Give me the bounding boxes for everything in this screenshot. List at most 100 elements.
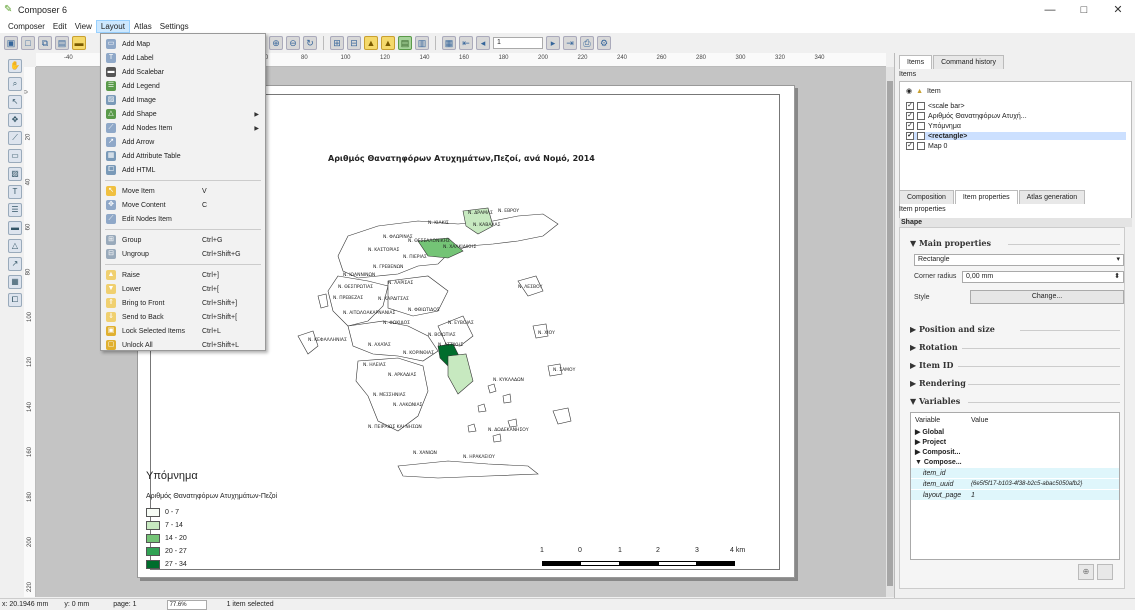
add-map-icon[interactable]: ▭ — [8, 149, 22, 163]
variables-group[interactable]: ▼ Variables — [910, 396, 960, 406]
position-size-group[interactable]: ▶ Position and size — [910, 324, 995, 334]
composer-manager-icon[interactable]: ▤ — [55, 36, 69, 50]
menu-item-add-label[interactable]: T Add Label — [101, 51, 265, 65]
menu-item-bring-to-front[interactable]: ⇑ Bring to Front Ctrl+Shift+] — [101, 296, 265, 310]
menu-item-lock-selected[interactable]: ▣ Lock Selected Items Ctrl+L — [101, 324, 265, 338]
remove-variable-button[interactable] — [1097, 564, 1113, 580]
zoom-in-icon[interactable]: ⊕ — [269, 36, 283, 50]
menu-layout[interactable]: Layout — [95, 20, 130, 33]
menu-item-add-nodes-item[interactable]: ⟋ Add Nodes Item ▶ — [101, 121, 265, 135]
ungroup-items-icon[interactable]: ⊟ — [347, 36, 361, 50]
add-image-icon[interactable]: ▨ — [8, 167, 22, 181]
item-row-selected[interactable]: ✓ <rectangle> — [906, 132, 1126, 140]
scale-bar[interactable]: 1 0 1 2 3 4 km — [538, 547, 745, 575]
menu-item-add-legend[interactable]: ☰ Add Legend — [101, 79, 265, 93]
pan-icon[interactable]: ✋ — [8, 59, 22, 73]
lock-checkbox[interactable] — [917, 112, 925, 120]
refresh-icon[interactable]: ↻ — [303, 36, 317, 50]
menu-item-add-scalebar[interactable]: ▬ Add Scalebar — [101, 65, 265, 79]
add-scalebar-icon[interactable]: ▬ — [8, 221, 22, 235]
menu-item-add-map[interactable]: ▭ Add Map — [101, 37, 265, 51]
variables-table[interactable]: Variable Value ▶ Global ▶ Project ▶ Compo… — [910, 412, 1120, 560]
next-feature-icon[interactable]: ▸ — [546, 36, 560, 50]
add-legend-icon[interactable]: ☰ — [8, 203, 22, 217]
tab-command-history[interactable]: Command history — [933, 55, 1004, 69]
lock-icon[interactable]: ▲ — [364, 36, 378, 50]
menu-item-move-content[interactable]: ✥ Move Content C — [101, 198, 265, 212]
zoom-combo[interactable]: 77.6% — [166, 599, 207, 610]
lock-checkbox[interactable] — [917, 122, 925, 130]
menu-item-lower[interactable]: ▼ Lower Ctrl+[ — [101, 282, 265, 296]
menu-item-add-image[interactable]: ▨ Add Image — [101, 93, 265, 107]
change-style-button[interactable]: Change... — [970, 290, 1124, 304]
minimize-button[interactable]: — — [1033, 0, 1067, 20]
menu-item-add-attribute-table[interactable]: ▦ Add Attribute Table — [101, 149, 265, 163]
item-row[interactable]: ✓ Υπόμνημα — [906, 122, 961, 130]
menu-item-raise[interactable]: ▲ Raise Ctrl+] — [101, 268, 265, 282]
menu-item-ungroup[interactable]: ⊟ Ungroup Ctrl+Shift+G — [101, 247, 265, 261]
item-row[interactable]: ✓ Αριθμός Θανατηφόρων Ατυχή... — [906, 112, 1027, 120]
atlas-page-spin[interactable]: 1 — [493, 37, 543, 49]
visibility-checkbox[interactable]: ✓ — [906, 122, 914, 130]
var-group-project[interactable]: ▶ Project — [911, 437, 1119, 447]
legend-title[interactable]: Υπόμνημα — [146, 470, 198, 482]
open-template-icon[interactable]: ▬ — [72, 36, 86, 50]
menu-item-add-html[interactable]: ⧠ Add HTML — [101, 163, 265, 177]
raise-icon[interactable]: ▤ — [398, 36, 412, 50]
new-composer-icon[interactable]: □ — [21, 36, 35, 50]
menu-edit[interactable]: Edit — [49, 20, 71, 33]
map-title-label[interactable]: Αριθμός Θανατηφόρων Ατυχημάτων,Πεζοί, αν… — [328, 154, 595, 163]
lock-checkbox[interactable] — [917, 132, 925, 140]
visibility-checkbox[interactable]: ✓ — [906, 132, 914, 140]
add-variable-button[interactable]: ⊕ — [1078, 564, 1094, 580]
item-row[interactable]: ✓ Map 0 — [906, 142, 947, 150]
item-id-group[interactable]: ▶ Item ID — [910, 360, 953, 370]
select-move-icon[interactable]: ↖ — [8, 95, 22, 109]
lower-icon[interactable]: ▥ — [415, 36, 429, 50]
maximize-button[interactable]: □ — [1067, 0, 1101, 20]
edit-nodes-icon[interactable]: ⟋ — [8, 131, 22, 145]
zoom-tool-icon[interactable]: ⌕ — [8, 77, 22, 91]
last-feature-icon[interactable]: ⇥ — [563, 36, 577, 50]
var-group-composition[interactable]: ▶ Composit... — [911, 447, 1119, 457]
rendering-group[interactable]: ▶ Rendering — [910, 378, 966, 388]
group-items-icon[interactable]: ⊞ — [330, 36, 344, 50]
shape-type-select[interactable]: Rectangle ▾ — [914, 254, 1124, 266]
menu-item-move-item[interactable]: ↖ Move Item V — [101, 184, 265, 198]
menu-item-edit-nodes[interactable]: ⟋ Edit Nodes Item — [101, 212, 265, 226]
add-label-icon[interactable]: T — [8, 185, 22, 199]
main-properties-group[interactable]: ▼ Main properties — [910, 238, 991, 248]
atlas-preview-icon[interactable]: ▦ — [442, 36, 456, 50]
close-button[interactable]: ✕ — [1101, 0, 1135, 20]
visibility-checkbox[interactable]: ✓ — [906, 142, 914, 150]
unlock-icon[interactable]: ▲ — [381, 36, 395, 50]
visibility-checkbox[interactable]: ✓ — [906, 102, 914, 110]
first-feature-icon[interactable]: ⇤ — [459, 36, 473, 50]
visibility-checkbox[interactable]: ✓ — [906, 112, 914, 120]
menu-item-unlock-all[interactable]: ▢ Unlock All Ctrl+Shift+L — [101, 338, 265, 352]
var-row[interactable]: item_id — [911, 468, 1119, 478]
menu-composer[interactable]: Composer — [4, 20, 49, 33]
item-row[interactable]: ✓ <scale bar> — [906, 102, 965, 110]
duplicate-composer-icon[interactable]: ⧉ — [38, 36, 52, 50]
menu-settings[interactable]: Settings — [156, 20, 193, 33]
add-html-icon[interactable]: ⧠ — [8, 293, 22, 307]
var-group-composer-item[interactable]: ▼ Compose... — [911, 457, 1119, 467]
previous-feature-icon[interactable]: ◂ — [476, 36, 490, 50]
rotation-group[interactable]: ▶ Rotation — [910, 342, 958, 352]
add-shape-icon[interactable]: △ — [8, 239, 22, 253]
move-content-icon[interactable]: ✥ — [8, 113, 22, 127]
var-group-global[interactable]: ▶ Global — [911, 427, 1119, 437]
lock-checkbox[interactable] — [917, 142, 925, 150]
tab-atlas-generation[interactable]: Atlas generation — [1018, 190, 1086, 204]
corner-radius-spinbox[interactable]: 0,00 mm ⬍ — [962, 271, 1124, 283]
add-arrow-icon[interactable]: ↗ — [8, 257, 22, 271]
canvas-vertical-scrollbar[interactable] — [886, 67, 894, 597]
greece-map[interactable]: Ν. ΔΡΑΜΑΣ Ν. ΕΒΡΟΥ Ν. ΚΙΛΚΙΣ Ν. ΚΑΒΑΛΑΣ Ν. Φ… — [288, 196, 618, 486]
lock-checkbox[interactable] — [917, 102, 925, 110]
var-row[interactable]: item_uuid {6e5f5f17-b103-4f38-b2c5-abac50… — [911, 479, 1119, 489]
tab-composition[interactable]: Composition — [899, 190, 954, 204]
menu-view[interactable]: View — [71, 20, 96, 33]
menu-item-add-arrow[interactable]: ↗ Add Arrow — [101, 135, 265, 149]
menu-item-group[interactable]: ⊞ Group Ctrl+G — [101, 233, 265, 247]
